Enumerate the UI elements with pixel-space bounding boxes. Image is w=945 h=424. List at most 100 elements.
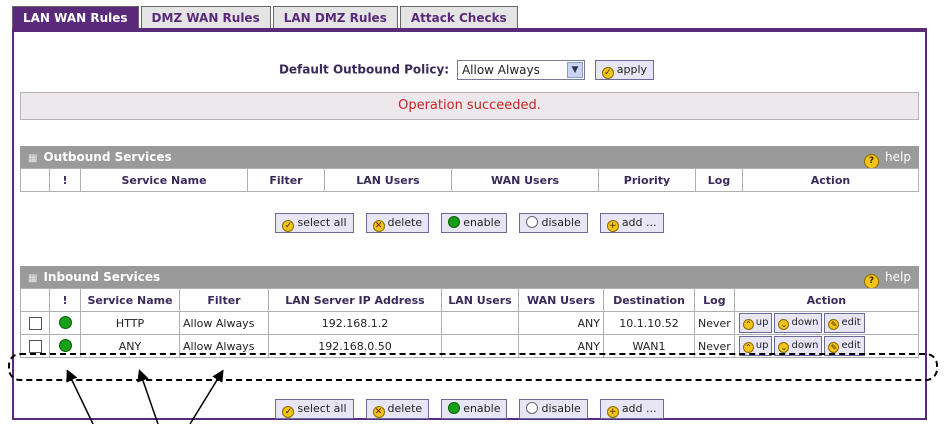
down-button[interactable]: ⌄ down [774, 336, 823, 356]
default-policy-select[interactable]: Allow Always ▼ [456, 60, 585, 80]
col-select [20, 288, 50, 312]
row-status-cell [49, 311, 81, 335]
col-priority: Priority [598, 168, 696, 192]
enabled-dot-icon [448, 216, 461, 228]
disabled-dot-icon [526, 402, 539, 414]
tab-bar: LAN WAN Rules DMZ WAN Rules LAN DMZ Rule… [12, 6, 520, 28]
wan-users-cell: ANY [518, 311, 604, 335]
row-checkbox[interactable] [28, 316, 42, 330]
col-select [20, 168, 50, 192]
enabled-dot-icon [448, 402, 461, 414]
col-action: Action [742, 168, 919, 192]
up-button[interactable]: ⌃ up [738, 336, 773, 356]
inbound-services-title: Inbound Services [43, 270, 161, 284]
tab-attack-checks[interactable]: Attack Checks [399, 6, 518, 28]
outbound-disable-button[interactable]: disable [519, 213, 588, 233]
destination-cell: WAN1 [603, 334, 695, 358]
chevron-down-icon[interactable]: ▼ [566, 62, 583, 78]
col-destination: Destination [603, 288, 695, 312]
log-cell: Never [694, 334, 735, 358]
row-checkbox[interactable] [28, 339, 42, 353]
row-status-cell [49, 334, 81, 358]
row-select-cell [20, 311, 50, 335]
apply-label: apply [616, 63, 648, 76]
inbound-select-all-button[interactable]: ✓ select all [275, 399, 354, 419]
help-icon: ? [864, 274, 880, 289]
default-policy-row: Default Outbound Policy: Allow Always ▼ … [14, 60, 925, 80]
lan-server-ip-cell: 192.168.0.50 [268, 334, 442, 358]
outbound-enable-button[interactable]: enable [441, 213, 508, 233]
delete-icon: ✕ [372, 406, 385, 418]
outbound-header-row: ! Service Name Filter LAN Users WAN User… [20, 168, 919, 192]
enabled-status-icon [58, 339, 72, 352]
col-status: ! [49, 168, 81, 192]
apply-button[interactable]: ✓ apply [594, 60, 655, 80]
destination-cell: 10.1.10.52 [603, 311, 695, 335]
check-icon: ✓ [282, 220, 295, 232]
outbound-help-link[interactable]: ? help [864, 146, 911, 169]
col-log: Log [694, 288, 735, 312]
grip-icon: ▦ [28, 153, 38, 164]
edit-button[interactable]: ✎ edit [824, 313, 865, 333]
outbound-services-table: ! Service Name Filter LAN Users WAN User… [20, 168, 919, 192]
pencil-icon: ✎ [828, 319, 840, 330]
help-icon: ? [864, 154, 880, 169]
edit-button[interactable]: ✎ edit [824, 336, 865, 356]
up-button[interactable]: ⌃ up [738, 313, 773, 333]
col-filter: Filter [179, 288, 269, 312]
outbound-button-row: ✓ select all ✕ delete enable disable + add ... [14, 213, 925, 233]
action-cell: ⌃ up ⌄ down ✎ edit [733, 311, 920, 335]
col-status: ! [49, 288, 81, 312]
col-service-name: Service Name [80, 168, 248, 192]
service-name-cell: HTTP [80, 311, 180, 335]
status-message: Operation succeeded. [20, 92, 919, 120]
delete-icon: ✕ [372, 220, 385, 232]
add-icon: + [606, 406, 619, 418]
lan-users-cell [441, 334, 519, 358]
lan-server-ip-cell: 192.168.1.2 [268, 311, 442, 335]
lan-users-cell [441, 311, 519, 335]
inbound-enable-button[interactable]: enable [441, 399, 508, 419]
tab-lan-dmz-rules[interactable]: LAN DMZ Rules [272, 6, 398, 28]
inbound-button-row: ✓ select all ✕ delete enable disable + add ... [14, 399, 925, 419]
outbound-select-all-button[interactable]: ✓ select all [275, 213, 354, 233]
row-select-cell [20, 334, 50, 358]
col-lan-server-ip: LAN Server IP Address [268, 288, 442, 312]
tab-dmz-wan-rules[interactable]: DMZ WAN Rules [140, 6, 271, 28]
tab-lan-wan-rules[interactable]: LAN WAN Rules [12, 6, 139, 28]
chevron-down-icon: ⌄ [778, 319, 790, 330]
col-log: Log [695, 168, 743, 192]
grip-icon: ▦ [28, 273, 38, 284]
disabled-dot-icon [526, 216, 539, 228]
outbound-services-header: ▦ Outbound Services ? help [20, 146, 919, 169]
inbound-delete-button[interactable]: ✕ delete [365, 399, 430, 419]
chevron-up-icon: ⌃ [742, 342, 754, 353]
chevron-up-icon: ⌃ [742, 319, 754, 330]
inbound-services-table: ! Service Name Filter LAN Server IP Addr… [20, 288, 920, 358]
outbound-services-title: Outbound Services [43, 150, 172, 164]
service-name-cell: ANY [80, 334, 180, 358]
inbound-disable-button[interactable]: disable [519, 399, 588, 419]
outbound-add-button[interactable]: + add ... [599, 213, 664, 233]
filter-cell: Allow Always [179, 311, 269, 335]
col-wan-users: WAN Users [518, 288, 604, 312]
default-policy-value: Allow Always [461, 63, 540, 77]
rules-panel: Default Outbound Policy: Allow Always ▼ … [12, 28, 927, 420]
inbound-help-link[interactable]: ? help [864, 266, 911, 289]
outbound-delete-button[interactable]: ✕ delete [365, 213, 430, 233]
inbound-add-button[interactable]: + add ... [599, 399, 664, 419]
col-lan-users: LAN Users [441, 288, 519, 312]
default-policy-label: Default Outbound Policy: [278, 62, 450, 77]
col-service-name: Service Name [80, 288, 180, 312]
down-button[interactable]: ⌄ down [774, 313, 823, 333]
inbound-header-row: ! Service Name Filter LAN Server IP Addr… [20, 288, 920, 312]
check-icon: ✓ [282, 406, 295, 418]
chevron-down-icon: ⌄ [778, 342, 790, 353]
col-filter: Filter [247, 168, 325, 192]
table-row: HTTP Allow Always 192.168.1.2 ANY 10.1.1… [20, 311, 920, 335]
col-action: Action [733, 288, 920, 312]
filter-cell: Allow Always [179, 334, 269, 358]
action-cell: ⌃ up ⌄ down ✎ edit [733, 334, 920, 358]
wan-users-cell: ANY [518, 334, 604, 358]
inbound-services-header: ▦ Inbound Services ? help [20, 266, 919, 289]
